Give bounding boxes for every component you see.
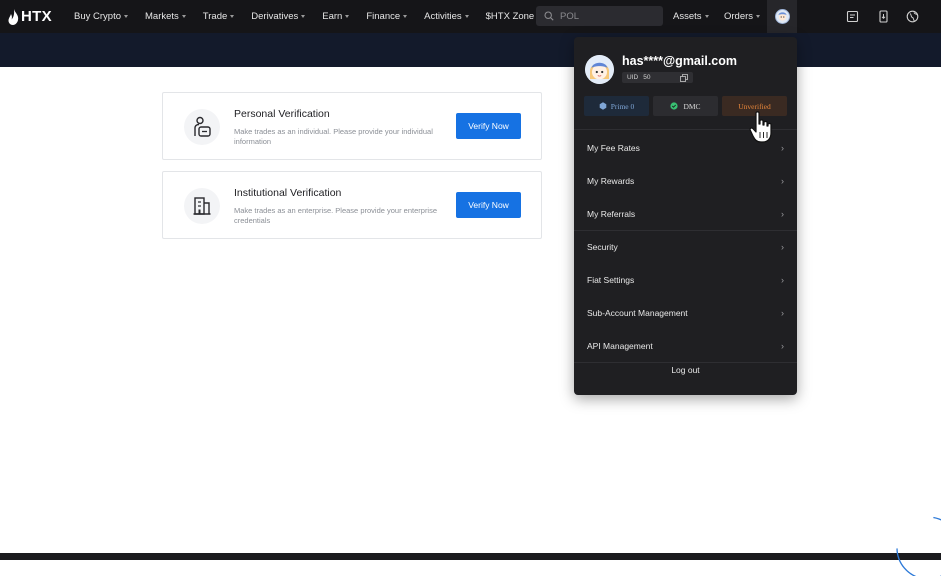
logout-button[interactable]: Log out bbox=[574, 365, 797, 375]
user-avatar-button[interactable] bbox=[767, 0, 797, 33]
avatar bbox=[585, 55, 614, 84]
chevron-right-icon: › bbox=[781, 308, 784, 318]
prime-hexagon-icon bbox=[599, 102, 607, 110]
uid-label: UID bbox=[627, 74, 639, 81]
nav-label: Markets bbox=[145, 11, 179, 22]
main-nav: Buy Crypto Markets Trade Derivatives Ear… bbox=[74, 0, 542, 33]
menu-item-label: Security bbox=[587, 242, 618, 252]
nav-htx-zone[interactable]: $HTX Zone bbox=[486, 11, 542, 22]
menu-item-label: Fiat Settings bbox=[587, 275, 635, 285]
footer-bar bbox=[0, 553, 941, 560]
avatar-icon bbox=[585, 55, 614, 84]
nav-derivatives[interactable]: Derivatives bbox=[251, 11, 306, 22]
caret-down-icon bbox=[345, 15, 350, 18]
nav-label: Derivatives bbox=[251, 11, 299, 22]
nav-label: Buy Crypto bbox=[74, 11, 121, 22]
personal-verification-icon-wrap bbox=[184, 109, 220, 145]
nav-label: Trade bbox=[202, 11, 228, 22]
orders-label: Orders bbox=[724, 11, 754, 22]
chevron-right-icon: › bbox=[781, 209, 784, 219]
prime-badge[interactable]: Prime 0 bbox=[584, 96, 649, 116]
nav-buy-crypto[interactable]: Buy Crypto bbox=[74, 11, 128, 22]
avatar-icon bbox=[774, 9, 790, 24]
mobile-download-icon[interactable] bbox=[877, 10, 890, 23]
verify-now-button[interactable]: Verify Now bbox=[456, 113, 521, 139]
personal-verification-card: Personal Verification Make trades as an … bbox=[162, 92, 542, 160]
nav-orders[interactable]: Orders bbox=[724, 0, 761, 33]
badge-label: DMC bbox=[683, 101, 701, 111]
card-title: Institutional Verification bbox=[234, 187, 342, 199]
nav-label: Activities bbox=[424, 11, 462, 22]
card-title: Personal Verification bbox=[234, 108, 330, 120]
badge-label: Prime 0 bbox=[610, 101, 635, 111]
chevron-right-icon: › bbox=[781, 143, 784, 153]
menu-item-sub-account-management[interactable]: Sub-Account Management › bbox=[574, 299, 797, 327]
top-navigation-bar: HTX Buy Crypto Markets Trade Derivatives… bbox=[0, 0, 941, 33]
institutional-verification-icon-wrap bbox=[184, 188, 220, 224]
loading-spinner-icon bbox=[896, 516, 941, 576]
menu-item-security[interactable]: Security › bbox=[574, 233, 797, 261]
chevron-right-icon: › bbox=[781, 275, 784, 285]
nav-trade[interactable]: Trade bbox=[202, 11, 235, 22]
caret-down-icon bbox=[181, 15, 186, 18]
divider bbox=[574, 362, 797, 363]
menu-item-my-rewards[interactable]: My Rewards › bbox=[574, 167, 797, 195]
card-description: Make trades as an individual. Please pro… bbox=[234, 127, 433, 146]
copy-icon[interactable] bbox=[680, 73, 689, 82]
chevron-right-icon: › bbox=[781, 242, 784, 252]
institutional-verification-card: Institutional Verification Make trades a… bbox=[162, 171, 542, 239]
search-icon bbox=[544, 11, 554, 21]
flame-icon bbox=[8, 8, 19, 25]
uid-chip: UID 50 bbox=[622, 72, 694, 83]
menu-item-api-management[interactable]: API Management › bbox=[574, 332, 797, 360]
user-email: has****@gmail.com bbox=[622, 54, 738, 68]
caret-down-icon bbox=[756, 15, 761, 18]
menu-item-label: My Fee Rates bbox=[587, 143, 640, 153]
uid-value: 50 bbox=[643, 74, 651, 81]
menu-item-fiat-settings[interactable]: Fiat Settings › bbox=[574, 266, 797, 294]
caret-down-icon bbox=[704, 15, 709, 18]
menu-item-label: My Referrals bbox=[587, 209, 636, 219]
nav-label: Finance bbox=[366, 11, 401, 22]
user-dropdown-menu: has****@gmail.com UID 50 Prime 0 DMC Unv… bbox=[574, 37, 797, 395]
dmc-badge[interactable]: DMC bbox=[653, 96, 718, 116]
search-input[interactable]: POL bbox=[536, 6, 663, 26]
caret-down-icon bbox=[230, 15, 235, 18]
nav-assets[interactable]: Assets bbox=[673, 0, 709, 33]
building-icon bbox=[193, 197, 211, 215]
search-value: POL bbox=[560, 10, 580, 22]
caret-down-icon bbox=[301, 15, 306, 18]
logo-text: HTX bbox=[21, 8, 52, 25]
notes-icon[interactable] bbox=[846, 10, 859, 23]
sub-header-bar bbox=[0, 33, 941, 67]
nav-markets[interactable]: Markets bbox=[145, 11, 186, 22]
divider bbox=[574, 230, 797, 231]
card-description: Make trades as an enterprise. Please pro… bbox=[234, 206, 438, 225]
hand-pointer-cursor-icon bbox=[749, 111, 772, 143]
assets-label: Assets bbox=[673, 11, 702, 22]
nav-finance[interactable]: Finance bbox=[366, 11, 408, 22]
language-globe-icon[interactable] bbox=[906, 10, 919, 23]
nav-activities[interactable]: Activities bbox=[424, 11, 469, 22]
caret-down-icon bbox=[403, 15, 408, 18]
nav-label: $HTX Zone bbox=[485, 11, 535, 22]
badge-label: Unverified bbox=[738, 101, 771, 111]
menu-item-my-referrals[interactable]: My Referrals › bbox=[574, 200, 797, 228]
htx-logo[interactable]: HTX bbox=[8, 8, 52, 25]
verify-now-button[interactable]: Verify Now bbox=[456, 192, 521, 218]
chevron-right-icon: › bbox=[781, 341, 784, 351]
caret-down-icon bbox=[124, 15, 128, 18]
menu-item-label: Sub-Account Management bbox=[587, 308, 688, 318]
nav-label: Earn bbox=[322, 11, 343, 22]
menu-item-label: API Management bbox=[587, 341, 653, 351]
caret-down-icon bbox=[464, 15, 469, 18]
chevron-right-icon: › bbox=[781, 176, 784, 186]
person-id-icon bbox=[194, 116, 211, 137]
menu-item-label: My Rewards bbox=[587, 176, 635, 186]
dmc-check-icon bbox=[670, 102, 679, 110]
nav-earn[interactable]: Earn bbox=[322, 11, 350, 22]
